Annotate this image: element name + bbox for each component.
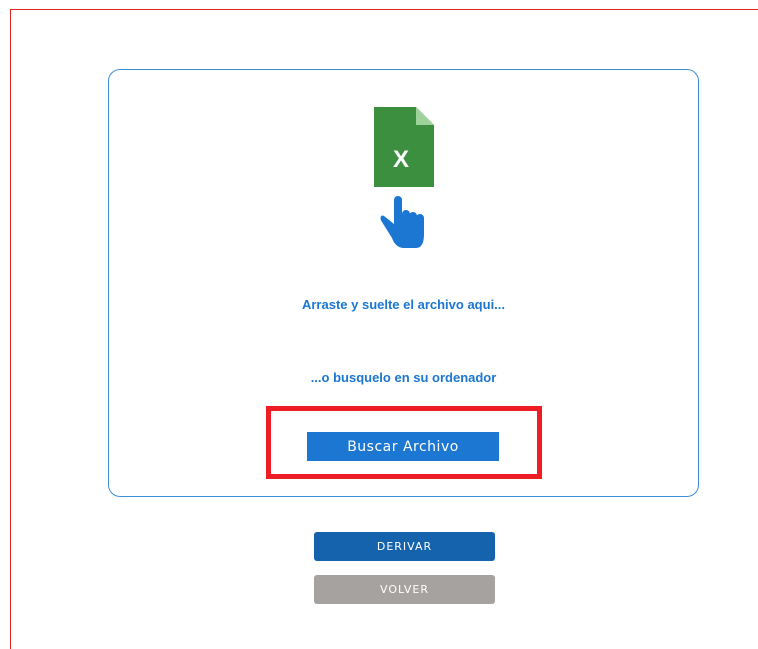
- browse-file-button[interactable]: Buscar Archivo: [307, 432, 499, 461]
- excel-file-icon: X: [374, 107, 434, 187]
- excel-icon-letter: X: [393, 146, 409, 173]
- hand-pointer-icon: [380, 196, 424, 248]
- browse-instruction: ...o busquelo en su ordenador: [310, 370, 497, 385]
- drop-instruction: Arraste y suelte el archivo aqui...: [301, 297, 506, 312]
- derive-button[interactable]: DERIVAR: [314, 532, 495, 561]
- back-button[interactable]: VOLVER: [314, 575, 495, 604]
